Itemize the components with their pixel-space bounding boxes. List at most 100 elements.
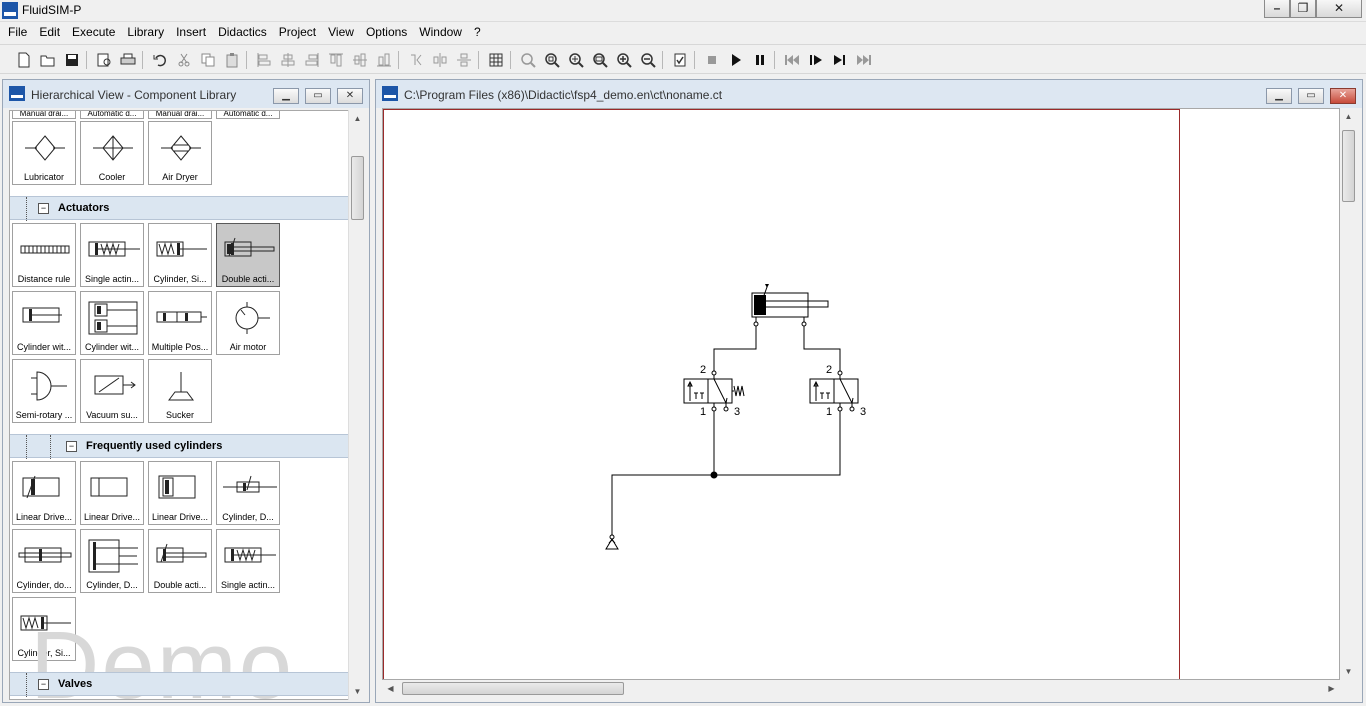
- scroll-thumb[interactable]: [1342, 130, 1355, 202]
- component-tile-air-dryer[interactable]: Air Dryer: [148, 121, 212, 185]
- component-tile[interactable]: Sucker: [148, 359, 212, 423]
- component-tile[interactable]: Cylinder, D...: [216, 461, 280, 525]
- component-tile[interactable]: Cylinder, Si...: [12, 597, 76, 661]
- scroll-left-icon[interactable]: ◀: [382, 680, 399, 697]
- component-tile[interactable]: Automatic d...: [80, 111, 144, 119]
- component-tile[interactable]: Cylinder wit...: [12, 291, 76, 355]
- open-icon[interactable]: [38, 50, 58, 70]
- check-icon[interactable]: [670, 50, 690, 70]
- component-tile[interactable]: Single actin...: [80, 223, 144, 287]
- component-tile[interactable]: Manual drai...: [12, 111, 76, 119]
- flip-horizontal-icon[interactable]: [406, 50, 426, 70]
- zoom-out-icon[interactable]: [638, 50, 658, 70]
- scroll-right-icon[interactable]: ▶: [1323, 680, 1340, 697]
- component-tile[interactable]: Distance rule: [12, 223, 76, 287]
- library-vertical-scrollbar[interactable]: ▲ ▼: [348, 110, 365, 700]
- collapse-icon[interactable]: −: [66, 441, 77, 452]
- circuit-canvas[interactable]: 2 1 3 2 1 3: [382, 108, 1340, 680]
- zoom-in-icon[interactable]: [614, 50, 634, 70]
- menu-file[interactable]: File: [2, 22, 33, 42]
- align-right-icon[interactable]: [302, 50, 322, 70]
- rotate-icon[interactable]: [454, 50, 474, 70]
- flip-vertical-icon[interactable]: [430, 50, 450, 70]
- library-title-bar[interactable]: Hierarchical View - Component Library ▁ …: [3, 80, 369, 108]
- library-minimize-button[interactable]: ▁: [273, 88, 299, 104]
- component-tile[interactable]: Cylinder, do...: [12, 529, 76, 593]
- group-frequently-used-cylinders[interactable]: − Frequently used cylinders: [10, 434, 348, 459]
- component-tile[interactable]: Multiple Pos...: [148, 291, 212, 355]
- circuit-minimize-button[interactable]: ▁: [1266, 88, 1292, 104]
- menu-library[interactable]: Library: [121, 22, 170, 42]
- group-valves[interactable]: − Valves: [10, 672, 348, 697]
- undo-icon[interactable]: [150, 50, 170, 70]
- stop-icon[interactable]: [702, 50, 722, 70]
- menu-options[interactable]: Options: [360, 22, 413, 42]
- menu-help[interactable]: ?: [468, 22, 487, 42]
- minimize-button[interactable]: –: [1264, 0, 1290, 18]
- component-tile[interactable]: Cylinder wit...: [80, 291, 144, 355]
- component-tile[interactable]: Manual drai...: [148, 111, 212, 119]
- menu-execute[interactable]: Execute: [66, 22, 121, 42]
- menu-edit[interactable]: Edit: [33, 22, 66, 42]
- group-actuators[interactable]: − Actuators: [10, 196, 348, 221]
- zoom-actual-icon[interactable]: [518, 50, 538, 70]
- scroll-up-icon[interactable]: ▲: [1340, 108, 1357, 125]
- library-close-button[interactable]: ✕: [337, 88, 363, 104]
- component-tile[interactable]: Linear Drive...: [148, 461, 212, 525]
- fast-forward-icon[interactable]: [854, 50, 874, 70]
- component-tile[interactable]: Double acti...: [148, 529, 212, 593]
- component-tile[interactable]: Vacuum su...: [80, 359, 144, 423]
- component-tile[interactable]: Linear Drive...: [80, 461, 144, 525]
- component-tile-lubricator[interactable]: Lubricator: [12, 121, 76, 185]
- zoom-window-icon[interactable]: [566, 50, 586, 70]
- scroll-up-icon[interactable]: ▲: [349, 110, 366, 127]
- component-tile[interactable]: Single actin...: [216, 529, 280, 593]
- scroll-thumb[interactable]: [402, 682, 624, 695]
- cut-icon[interactable]: [174, 50, 194, 70]
- menu-window[interactable]: Window: [413, 22, 468, 42]
- valve-3-2-left[interactable]: 2 1 3: [683, 364, 745, 418]
- grid-icon[interactable]: [486, 50, 506, 70]
- circuit-maximize-button[interactable]: ▭: [1298, 88, 1324, 104]
- component-tile[interactable]: Cylinder, Si...: [148, 223, 212, 287]
- new-icon[interactable]: [14, 50, 34, 70]
- save-icon[interactable]: [62, 50, 82, 70]
- component-tile[interactable]: Semi-rotary ...: [12, 359, 76, 423]
- print-icon[interactable]: [118, 50, 138, 70]
- copy-icon[interactable]: [198, 50, 218, 70]
- double-acting-cylinder[interactable]: [751, 284, 829, 327]
- print-preview-icon[interactable]: [94, 50, 114, 70]
- collapse-icon[interactable]: −: [38, 203, 49, 214]
- component-tile[interactable]: Linear Drive...: [12, 461, 76, 525]
- scroll-down-icon[interactable]: ▼: [1340, 663, 1357, 680]
- menu-insert[interactable]: Insert: [170, 22, 212, 42]
- paste-icon[interactable]: [222, 50, 242, 70]
- circuit-horizontal-scrollbar[interactable]: ◀ ▶: [382, 680, 1340, 697]
- component-tile[interactable]: Automatic d...: [216, 111, 280, 119]
- collapse-icon[interactable]: −: [38, 679, 49, 690]
- scroll-thumb[interactable]: [351, 156, 364, 220]
- align-top-icon[interactable]: [326, 50, 346, 70]
- reset-icon[interactable]: [782, 50, 802, 70]
- library-maximize-button[interactable]: ▭: [305, 88, 331, 104]
- close-button[interactable]: ✕: [1316, 0, 1362, 18]
- circuit-vertical-scrollbar[interactable]: ▲ ▼: [1340, 108, 1357, 680]
- menu-project[interactable]: Project: [273, 22, 322, 42]
- circuit-title-bar[interactable]: C:\Program Files (x86)\Didactic\fsp4_dem…: [376, 80, 1362, 108]
- circuit-close-button[interactable]: ✕: [1330, 88, 1356, 104]
- component-tile-selected[interactable]: Double acti...: [216, 223, 280, 287]
- play-icon[interactable]: [726, 50, 746, 70]
- component-tile-cooler[interactable]: Cooler: [80, 121, 144, 185]
- step-icon[interactable]: [806, 50, 826, 70]
- valve-3-2-right[interactable]: 2 1 3: [809, 364, 866, 418]
- menu-view[interactable]: View: [322, 22, 360, 42]
- pause-icon[interactable]: [750, 50, 770, 70]
- zoom-fit-icon[interactable]: [542, 50, 562, 70]
- component-tile[interactable]: Air motor: [216, 291, 280, 355]
- menu-didactics[interactable]: Didactics: [212, 22, 273, 42]
- component-tile[interactable]: Cylinder, D...: [80, 529, 144, 593]
- compressed-air-supply[interactable]: [605, 534, 619, 550]
- zoom-region-icon[interactable]: [590, 50, 610, 70]
- align-center-icon[interactable]: [278, 50, 298, 70]
- run-to-end-icon[interactable]: [830, 50, 850, 70]
